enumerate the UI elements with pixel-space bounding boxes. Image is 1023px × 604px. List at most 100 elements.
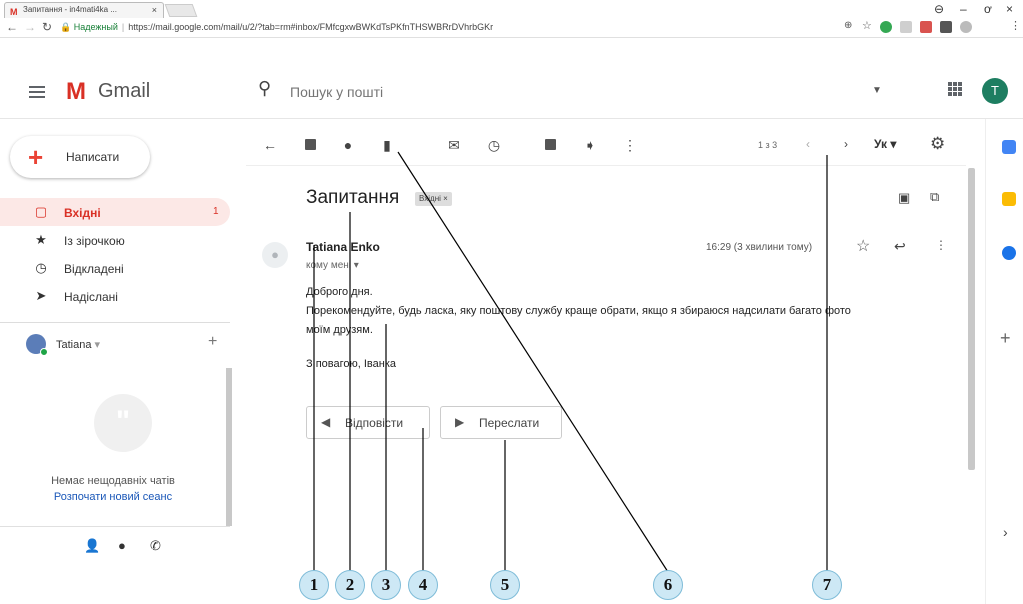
sidebar-item-sent[interactable]: ➤ Надіслані	[0, 282, 230, 310]
keep-icon[interactable]	[1002, 192, 1016, 206]
sidebar-item-label: Надіслані	[64, 290, 118, 304]
contacts-icon[interactable]: 👤	[84, 538, 100, 554]
open-in-new-window-icon[interactable]: ⧉	[930, 189, 939, 205]
tab-close-icon[interactable]: ×	[152, 3, 157, 17]
zoom-icon[interactable]: ⊕	[844, 20, 852, 31]
extension-check-icon[interactable]	[880, 21, 892, 33]
callout-marker: 5	[490, 570, 520, 600]
browser-menu-icon[interactable]: ⋮	[1010, 19, 1021, 32]
print-icon[interactable]: ▣	[898, 190, 910, 206]
sidebar-bottom-divider	[0, 526, 230, 527]
label-icon[interactable]: ➧	[582, 137, 598, 154]
sidebar-item-snoozed[interactable]: ◷ Відкладені	[0, 254, 230, 282]
sidebar-scrollbar[interactable]	[226, 368, 232, 526]
gmail-logo-icon[interactable]: M	[66, 78, 86, 106]
minimize-button[interactable]: –	[960, 2, 967, 16]
message-scrollbar[interactable]	[968, 168, 975, 470]
hangouts-user-name[interactable]: Tatiana ▾	[56, 338, 100, 351]
main-menu-icon[interactable]	[29, 86, 45, 98]
browser-tab[interactable]: M Запитання - in4mati4ka ... ×	[4, 2, 164, 18]
chat-icon[interactable]: ●	[118, 538, 126, 553]
unread-count: 1	[213, 206, 219, 217]
extension-grid-icon[interactable]	[900, 21, 912, 33]
new-chat-plus-icon[interactable]: +	[208, 333, 217, 351]
message-body-line: Доброго дня.	[306, 286, 373, 298]
callout-marker: 2	[335, 570, 365, 600]
right-rail-divider	[985, 119, 986, 604]
apps-grid-icon[interactable]	[948, 82, 962, 96]
snooze-icon[interactable]: ◷	[486, 137, 502, 154]
url-field[interactable]: 🔒 Надежный | https://mail.google.com/mail/…	[60, 20, 493, 34]
forward-label: Переслати	[479, 416, 540, 430]
message-body-line: Порекомендуйте, будь ласка, яку поштову …	[306, 305, 851, 317]
forward-icon[interactable]: →	[24, 20, 36, 34]
reply-arrow-icon: ◀	[321, 415, 331, 429]
compose-button[interactable]: + Написати	[10, 136, 150, 178]
star-message-icon[interactable]: ☆	[856, 236, 870, 256]
gmail-logo-text[interactable]: Gmail	[98, 80, 150, 103]
message-more-icon[interactable]: ⋮	[935, 238, 947, 252]
close-window-button[interactable]: ×	[1006, 2, 1013, 16]
star-icon: ★	[35, 232, 47, 247]
add-addon-icon[interactable]: +	[1000, 328, 1011, 349]
search-input[interactable]	[290, 84, 590, 100]
sender-avatar: ●	[262, 242, 288, 268]
sender-name[interactable]: Tatiana Enko	[306, 240, 380, 254]
message-body-line: моїм друзям.	[306, 324, 373, 336]
maximize-button[interactable]: ơ	[984, 2, 992, 16]
more-actions-icon[interactable]: ⋮	[622, 137, 638, 154]
account-icon[interactable]: ⊖	[934, 2, 944, 16]
settings-gear-icon[interactable]: ⚙	[930, 134, 945, 154]
search-options-icon[interactable]: ▼	[872, 85, 882, 96]
new-tab-button[interactable]	[164, 4, 198, 17]
recipient-details[interactable]: кому мені ▾	[306, 260, 359, 271]
callout-marker: 4	[408, 570, 438, 600]
move-to-icon[interactable]	[542, 137, 558, 153]
back-to-inbox-icon[interactable]: ←	[262, 137, 278, 153]
input-language-selector[interactable]: Ук ▾	[874, 137, 896, 151]
calendar-icon[interactable]	[1002, 140, 1016, 154]
pager-text: 1 з 3	[758, 140, 778, 150]
sidebar-item-inbox[interactable]: ▢ Вхідні 1	[0, 198, 230, 226]
reload-icon[interactable]: ↻	[42, 20, 52, 34]
archive-icon[interactable]	[302, 137, 318, 153]
message-time: 16:29 (3 хвилини тому)	[706, 242, 813, 253]
compose-label: Написати	[66, 150, 120, 164]
gmail-favicon-icon: M	[10, 7, 18, 17]
reply-label: Відповісти	[345, 416, 404, 430]
bookmark-star-icon[interactable]: ☆	[862, 19, 872, 32]
extension-pocket-icon[interactable]	[940, 21, 952, 33]
toolbar-divider	[246, 165, 966, 166]
message-subject: Запитання	[306, 187, 400, 208]
callout-marker: 6	[653, 570, 683, 600]
sidebar-item-label: Відкладені	[64, 262, 124, 276]
header-divider	[0, 118, 1023, 119]
tab-title: Запитання - in4mati4ka ...	[23, 5, 117, 14]
report-spam-icon[interactable]: ●	[340, 137, 356, 153]
older-chevron-icon[interactable]: ›	[844, 137, 848, 151]
callout-marker: 3	[371, 570, 401, 600]
account-avatar[interactable]: T	[982, 78, 1008, 104]
clock-icon: ◷	[35, 260, 47, 275]
forward-arrow-icon: ▶	[455, 415, 465, 429]
delete-icon[interactable]: ▮	[379, 137, 395, 154]
extension-misc-icon[interactable]	[960, 21, 972, 33]
search-icon[interactable]: ⚲	[258, 78, 271, 99]
sidebar-item-label: Вхідні	[64, 206, 101, 220]
newer-chevron-icon[interactable]: ‹	[806, 137, 810, 151]
sidebar-item-starred[interactable]: ★ Із зірочкою	[0, 226, 230, 254]
extension-badge-icon[interactable]	[920, 21, 932, 33]
expand-panel-icon[interactable]: ›	[1003, 524, 1008, 540]
sidebar-divider	[0, 322, 230, 323]
reply-icon[interactable]: ↩	[894, 238, 906, 255]
url-text: https://mail.google.com/mail/u/2/?tab=rm…	[128, 22, 494, 32]
tasks-icon[interactable]	[1002, 246, 1016, 260]
forward-button[interactable]: ▶ Переслати	[440, 406, 562, 439]
back-icon[interactable]: ←	[6, 20, 18, 34]
start-new-session-link[interactable]: Розпочати новий сеанс	[0, 491, 226, 503]
phone-icon[interactable]: ✆	[150, 538, 161, 554]
sidebar-item-label: Із зірочкою	[64, 234, 125, 248]
reply-button[interactable]: ◀ Відповісти	[306, 406, 430, 439]
mark-unread-icon[interactable]: ✉	[446, 137, 462, 154]
inbox-label-chip[interactable]: Вхідні ×	[415, 192, 452, 206]
